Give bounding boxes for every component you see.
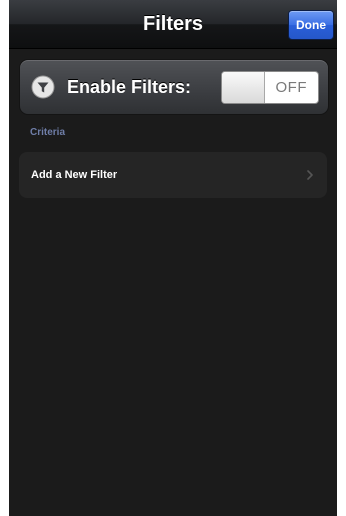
content-area: Enable Filters: OFF Criteria Add a New F…	[9, 49, 337, 516]
switch-state-label: OFF	[275, 79, 307, 96]
chevron-right-icon	[307, 170, 313, 180]
enable-filters-switch[interactable]: OFF	[221, 71, 319, 104]
switch-knob	[222, 72, 265, 103]
list-item-add-new-filter[interactable]: Add a New Filter	[19, 152, 327, 198]
enable-filters-row: Enable Filters: OFF	[19, 59, 329, 115]
navigation-bar: Filters Done	[9, 0, 337, 49]
list-item-label: Add a New Filter	[31, 169, 118, 181]
filter-icon	[31, 75, 55, 99]
app-screen: Filters Done Enable Filters: OFF Criteri…	[9, 0, 337, 516]
criteria-section-header: Criteria	[30, 127, 66, 138]
enable-filters-label: Enable Filters:	[67, 77, 192, 97]
done-button[interactable]: Done	[288, 10, 334, 40]
